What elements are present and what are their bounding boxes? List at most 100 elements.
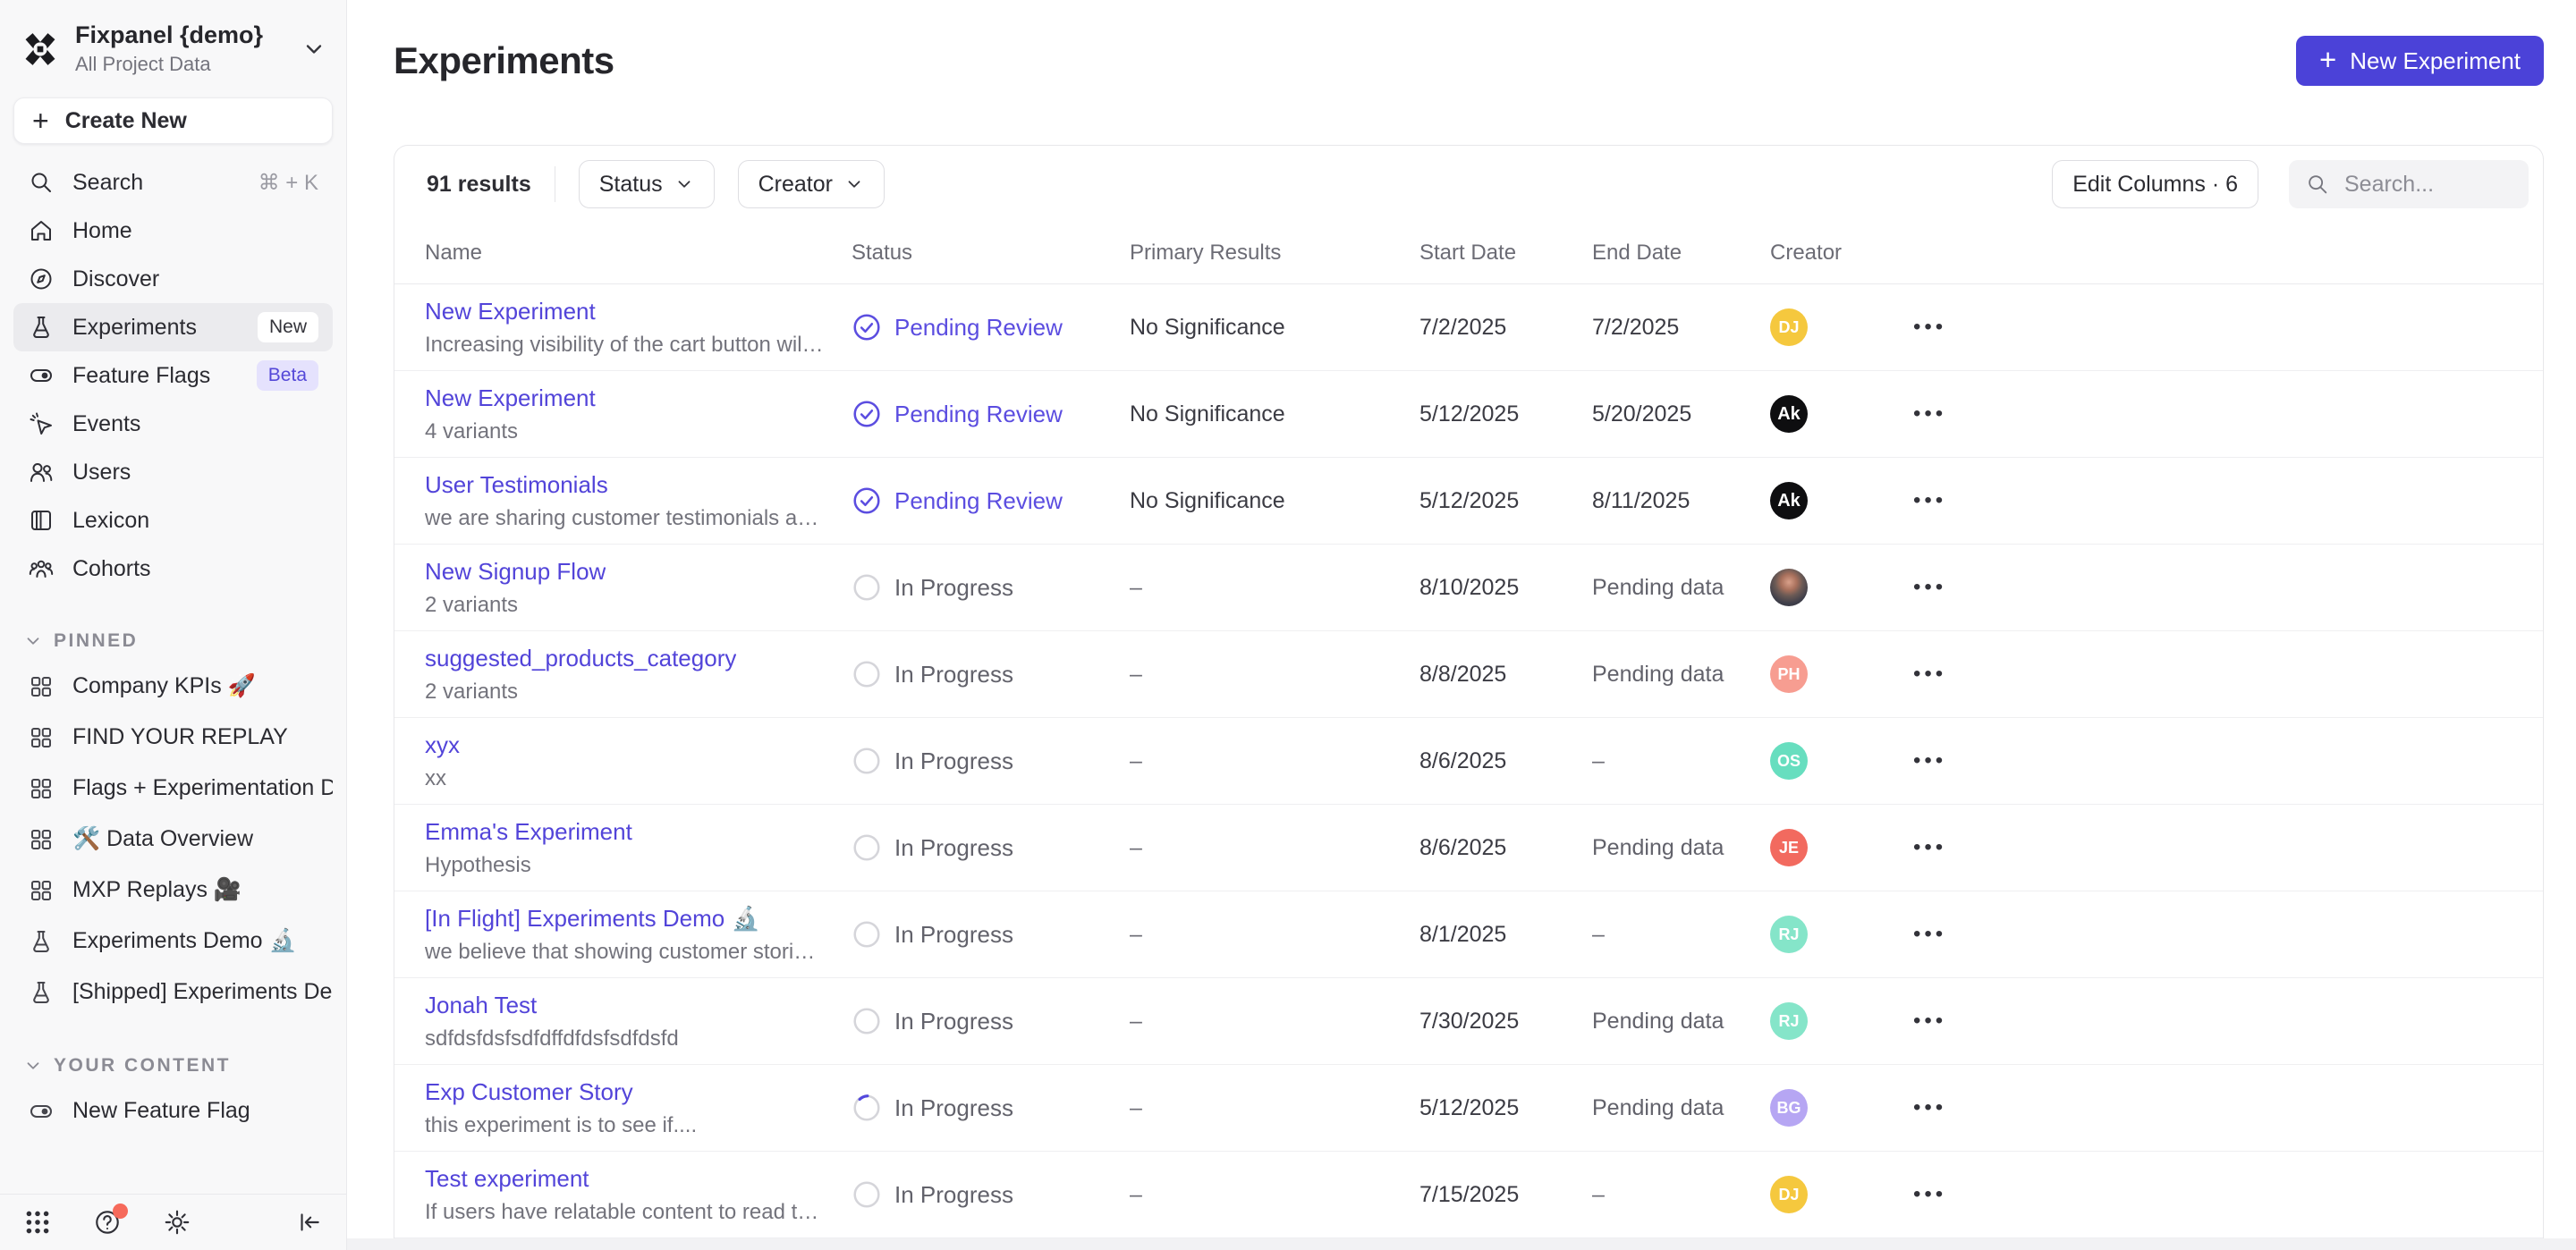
sidebar-item-search[interactable]: Search⌘ + K (13, 158, 333, 207)
row-menu-button[interactable]: ••• (1913, 835, 1946, 859)
row-menu-button[interactable]: ••• (1913, 315, 1946, 339)
new-experiment-button[interactable]: + New Experiment (2296, 36, 2544, 86)
avatar: DJ (1770, 308, 1808, 346)
sidebar-item-find-your-replay[interactable]: FIND YOUR REPLAY (13, 712, 333, 763)
sidebar-item-lexicon[interactable]: Lexicon (13, 496, 333, 545)
experiment-name-link[interactable]: New Experiment (425, 384, 596, 412)
experiment-name-link[interactable]: Test experiment (425, 1165, 589, 1193)
section-header-your-content[interactable]: YOUR CONTENT (0, 1046, 346, 1085)
experiment-row[interactable]: Exp Customer Storythis experiment is to … (394, 1065, 2543, 1152)
sidebar-item-label: Cohorts (72, 556, 151, 582)
sidebar-item-label: Users (72, 460, 131, 486)
sidebar-footer (0, 1194, 346, 1250)
status-filter-button[interactable]: Status (579, 160, 715, 208)
progress-circle-icon (852, 1006, 882, 1036)
sidebar-item-home[interactable]: Home (13, 207, 333, 255)
sidebar-item-label: New Feature Flag (72, 1098, 250, 1124)
users-icon (28, 459, 55, 486)
page-title: Experiments (394, 39, 614, 82)
experiments-flask-icon (28, 979, 55, 1006)
edit-columns-button[interactable]: Edit Columns · 6 (2052, 160, 2258, 208)
sidebar-item-feature-flags[interactable]: Feature FlagsBeta (13, 351, 333, 400)
progress-circle-icon (852, 659, 882, 689)
experiment-name-link[interactable]: xyx (425, 731, 460, 759)
actions-cell: ••• (1913, 1009, 1994, 1034)
search-input[interactable] (2343, 171, 2512, 198)
board-grid-icon (28, 826, 55, 853)
experiment-row[interactable]: Test experimentIf users have relatable c… (394, 1152, 2543, 1238)
sidebar-item-cohorts[interactable]: Cohorts (13, 545, 333, 593)
row-menu-button[interactable]: ••• (1913, 1182, 1946, 1206)
row-menu-button[interactable]: ••• (1913, 922, 1946, 946)
experiment-name-link[interactable]: suggested_products_category (425, 645, 736, 672)
name-cell: Jonah Testsdfdsfdsfsdfdffdfdsfsdfdsfd (425, 992, 852, 1052)
status-cell: In Progress (852, 746, 1130, 776)
sidebar-item-company-kpis[interactable]: Company KPIs 🚀 (13, 661, 333, 712)
sidebar-item-discover[interactable]: Discover (13, 255, 333, 303)
sidebar-item-label: MXP Replays 🎥 (72, 877, 242, 903)
collapse-sidebar-icon[interactable] (294, 1208, 323, 1237)
sidebar-item-users[interactable]: Users (13, 448, 333, 496)
creator-filter-button[interactable]: Creator (738, 160, 885, 208)
sidebar-item-data-overview[interactable]: 🛠️ Data Overview (13, 814, 333, 865)
status-cell: In Progress (852, 1006, 1130, 1036)
sidebar-item-shipped-experiments-demo[interactable]: [Shipped] Experiments Demo 🖊️ (13, 967, 333, 1018)
row-menu-button[interactable]: ••• (1913, 575, 1946, 599)
sidebar-item-experiments-demo[interactable]: Experiments Demo 🔬 (13, 916, 333, 967)
experiment-name-link[interactable]: Jonah Test (425, 992, 537, 1019)
experiment-row[interactable]: xyxxxIn Progress–8/6/2025–OS••• (394, 718, 2543, 805)
keyboard-shortcut: ⌘ + K (258, 170, 318, 196)
sidebar-item-mxp-replays[interactable]: MXP Replays 🎥 (13, 865, 333, 916)
row-menu-button[interactable]: ••• (1913, 748, 1946, 773)
primary-results-cell: – (1130, 748, 1419, 774)
row-menu-button[interactable]: ••• (1913, 1009, 1946, 1033)
experiment-row[interactable]: New Experiment Increasing visibility of t… (394, 284, 2543, 371)
experiment-row[interactable]: suggested_products_category2 variantsIn … (394, 631, 2543, 718)
name-cell: xyxxx (425, 731, 852, 791)
experiment-name-link[interactable]: New Signup Flow (425, 558, 606, 586)
progress-spinner-icon (852, 1093, 882, 1123)
row-menu-button[interactable]: ••• (1913, 488, 1946, 512)
avatar: PH (1770, 655, 1808, 693)
experiment-row[interactable]: New Experiment4 variantsPending ReviewNo… (394, 371, 2543, 458)
experiment-name-link[interactable]: New Experiment (425, 298, 596, 325)
sidebar-item-flags-experimentation-demo[interactable]: Flags + Experimentation Demo (13, 763, 333, 814)
experiment-description: Increasing visibility of the cart button… (425, 333, 825, 358)
primary-results-cell: No Significance (1130, 401, 1419, 427)
sidebar-item-events[interactable]: Events (13, 400, 333, 448)
sidebar-item-new-feature-flag[interactable]: New Feature Flag (13, 1085, 333, 1136)
primary-results-cell: – (1130, 922, 1419, 948)
experiment-name-link[interactable]: [In Flight] Experiments Demo 🔬 (425, 905, 760, 933)
sidebar-sections: PINNEDCompany KPIs 🚀FIND YOUR REPLAYFlag… (0, 593, 346, 1136)
experiment-row[interactable]: New Signup Flow2 variantsIn Progress–8/1… (394, 545, 2543, 631)
start-date-cell: 7/2/2025 (1419, 315, 1592, 341)
section-header-pinned[interactable]: PINNED (0, 621, 346, 661)
row-menu-button[interactable]: ••• (1913, 401, 1946, 426)
experiment-name-link[interactable]: Exp Customer Story (425, 1078, 633, 1106)
creator-cell: PH (1770, 655, 1913, 693)
experiment-row[interactable]: User Testimonialswe are sharing customer… (394, 458, 2543, 545)
experiment-row[interactable]: [In Flight] Experiments Demo 🔬we believe… (394, 891, 2543, 978)
creator-cell: Ak (1770, 395, 1913, 433)
workspace-switcher[interactable]: Fixpanel {demo} All Project Data (0, 0, 346, 87)
experiment-name-link[interactable]: Emma's Experiment (425, 818, 632, 846)
experiment-row[interactable]: Emma's ExperimentHypothesisIn Progress–8… (394, 805, 2543, 891)
end-date-cell: Pending data (1592, 835, 1770, 861)
primary-results-cell: No Significance (1130, 488, 1419, 514)
status-label: In Progress (894, 747, 1013, 775)
creator-cell: RJ (1770, 916, 1913, 953)
help-icon[interactable] (93, 1208, 122, 1237)
experiment-row[interactable]: Jonah TestsdfdsfdsfsdfdffdfdsfsdfdsfdIn … (394, 978, 2543, 1065)
settings-gear-icon[interactable] (163, 1208, 191, 1237)
primary-results-cell: – (1130, 662, 1419, 688)
start-date-cell: 8/10/2025 (1419, 575, 1592, 601)
row-menu-button[interactable]: ••• (1913, 662, 1946, 686)
row-menu-button[interactable]: ••• (1913, 1095, 1946, 1119)
experiment-name-link[interactable]: User Testimonials (425, 471, 608, 499)
plus-icon: + (32, 106, 49, 135)
table-body: New Experiment Increasing visibility of t… (394, 284, 2543, 1250)
create-new-button[interactable]: + Create New (13, 97, 333, 144)
sidebar-item-experiments[interactable]: ExperimentsNew (13, 303, 333, 351)
apps-grid-icon[interactable] (23, 1208, 52, 1237)
end-date-cell: 7/2/2025 (1592, 315, 1770, 341)
